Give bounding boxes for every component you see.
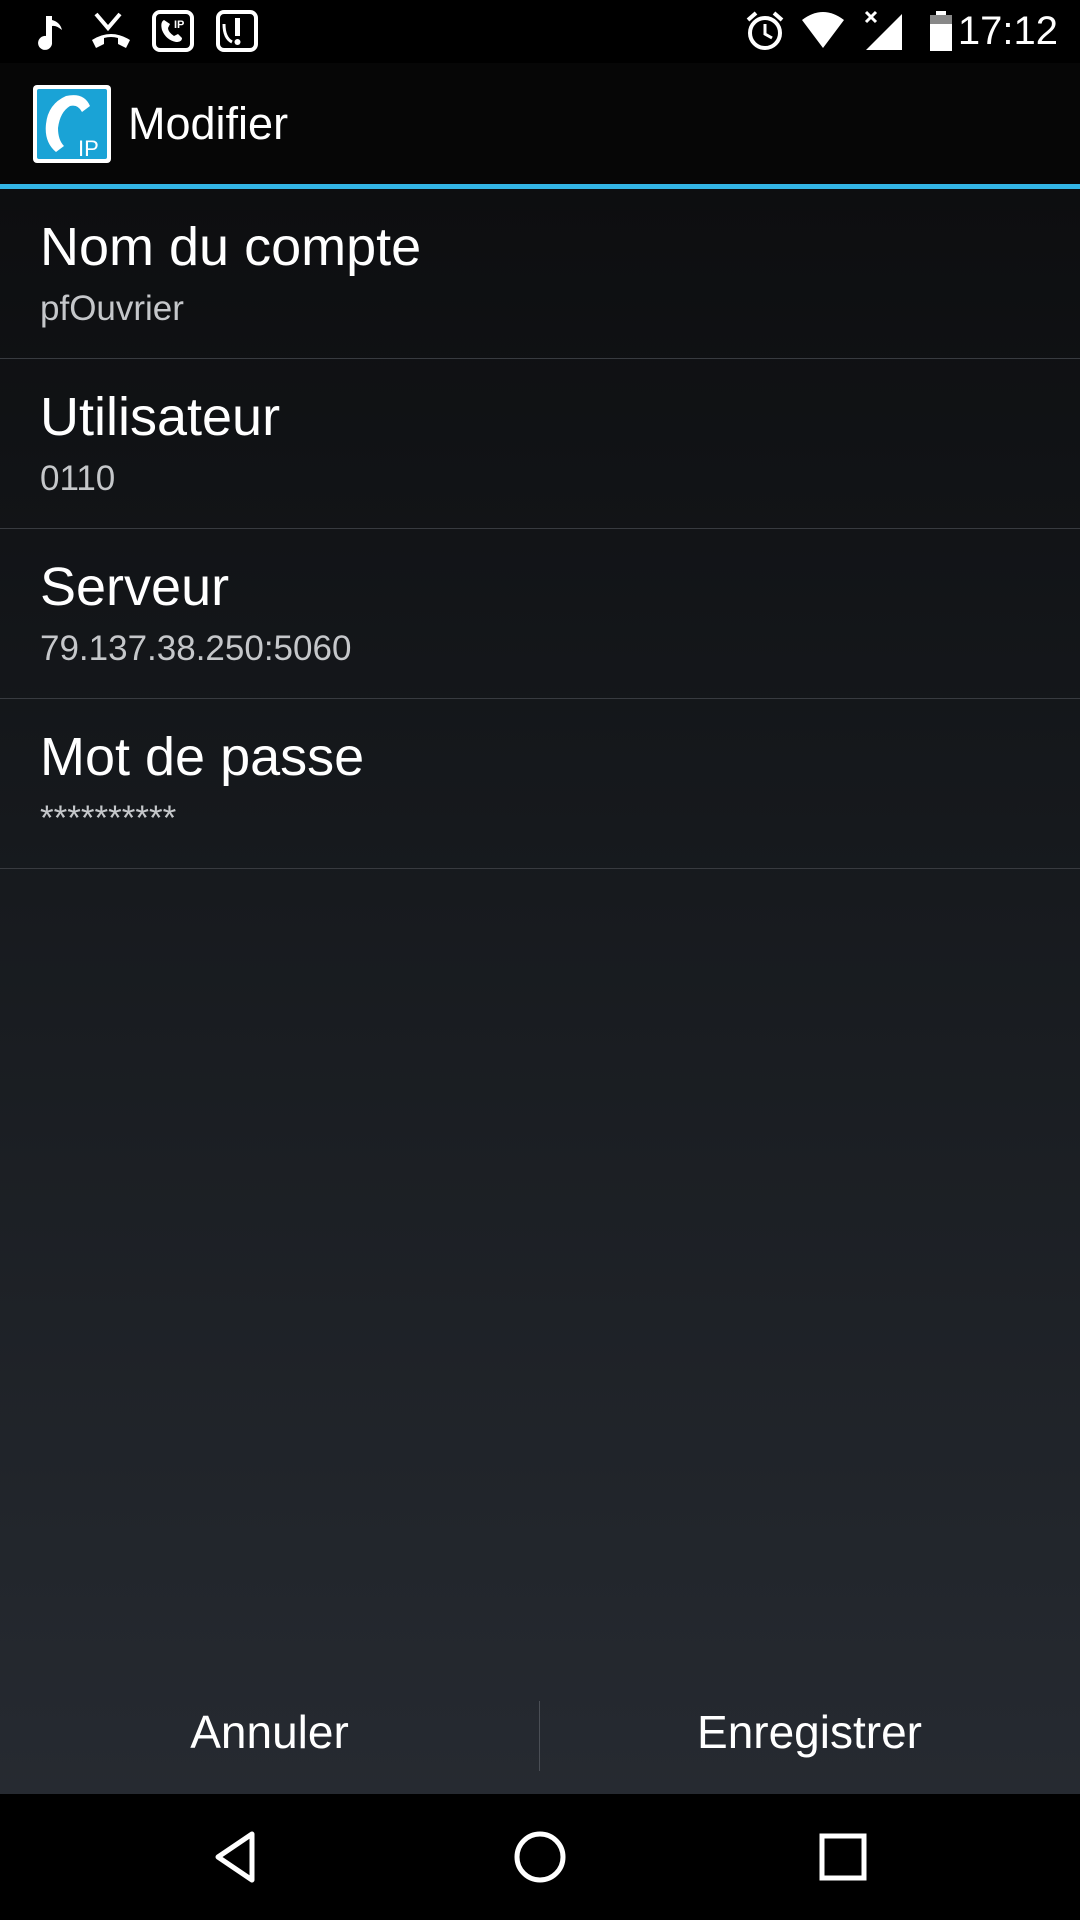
recents-icon[interactable] (806, 1820, 880, 1894)
alarm-icon (746, 11, 784, 50)
sip-phone-icon: IP (152, 10, 194, 52)
navigation-bar (0, 1794, 1080, 1920)
button-bar: Annuler Enregistrer (0, 1676, 1080, 1794)
pref-title: Serveur (40, 557, 230, 617)
cell-signal-no-data-icon (864, 10, 902, 50)
screen: IP 17:12 IP Modifier Nom du compte pfOuv… (0, 0, 1080, 1920)
action-bar: IP Modifier (0, 63, 1080, 189)
pref-summary: 79.137.38.250:5060 (40, 629, 352, 668)
wifi-icon (802, 12, 844, 48)
pref-password[interactable]: Mot de passe ********** (0, 699, 1080, 869)
pref-summary: ********** (40, 799, 177, 838)
svg-text:IP: IP (174, 19, 184, 31)
voicemail-alert-icon (216, 10, 258, 52)
pref-user[interactable]: Utilisateur 0110 (0, 359, 1080, 529)
pref-summary: 0110 (40, 459, 116, 498)
pref-account-name[interactable]: Nom du compte pfOuvrier (0, 189, 1080, 359)
pref-server[interactable]: Serveur 79.137.38.250:5060 (0, 529, 1080, 699)
pref-title: Utilisateur (40, 387, 281, 447)
app-logo-icon[interactable]: IP (32, 84, 112, 164)
page-title: Modifier (128, 98, 289, 149)
status-bar: IP 17:12 (0, 0, 1080, 63)
music-note-icon (38, 16, 62, 50)
back-icon[interactable] (200, 1820, 274, 1894)
settings-list: Nom du compte pfOuvrier Utilisateur 0110… (0, 189, 1080, 1794)
save-button[interactable]: Enregistrer (540, 1676, 1079, 1794)
missed-call-icon (92, 12, 130, 48)
pref-title: Mot de passe (40, 727, 365, 787)
app-logo-label: IP (78, 136, 99, 161)
pref-title: Nom du compte (40, 217, 422, 277)
pref-summary: pfOuvrier (40, 289, 184, 328)
home-icon[interactable] (503, 1820, 577, 1894)
cancel-button[interactable]: Annuler (0, 1676, 539, 1794)
clock: 17:12 (957, 9, 1058, 53)
